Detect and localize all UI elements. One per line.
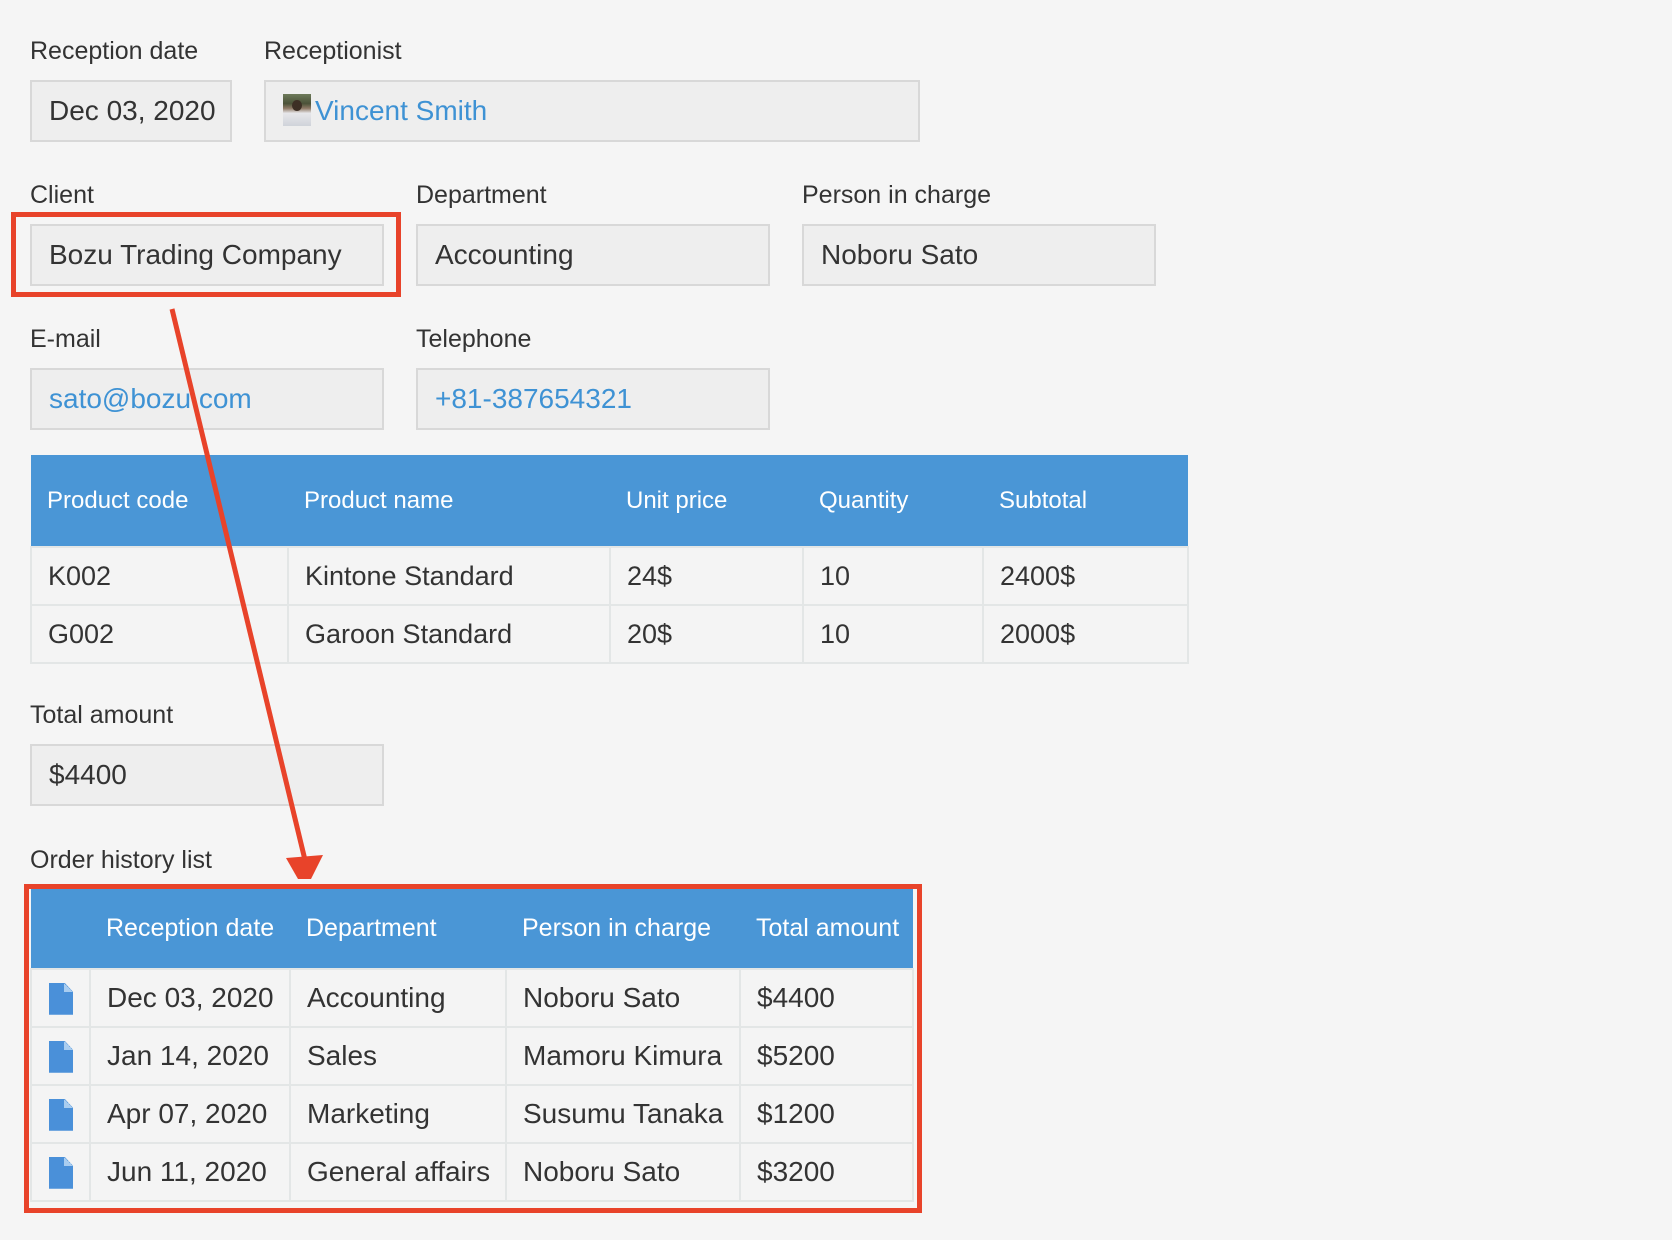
person-in-charge-value: Noboru Sato [821,239,979,270]
department-label: Department [416,181,547,209]
product-code: G002 [30,604,289,664]
quantity: 10 [802,546,984,606]
products-table: Product code Product name Unit price Qua… [30,455,1189,664]
telephone-link[interactable]: +81-387654321 [435,383,632,414]
col-product-name: Product name [288,455,610,547]
telephone-field: +81-387654321 [416,368,770,430]
email-field: sato@bozu.com [30,368,384,430]
receptionist-link[interactable]: Vincent Smith [315,95,487,126]
reception-date-field: Dec 03, 2020 [30,80,232,142]
client-highlight-box [11,212,401,297]
product-row: K002 Kintone Standard 24$ 10 2400$ [30,546,1189,606]
email-label: E-mail [30,325,101,353]
subtotal: 2000$ [982,604,1189,664]
product-row: G002 Garoon Standard 20$ 10 2000$ [30,604,1189,664]
department-value: Accounting [435,239,574,270]
unit-price: 24$ [609,546,804,606]
department-field: Accounting [416,224,770,286]
order-history-label: Order history list [30,846,212,874]
product-name: Kintone Standard [287,546,611,606]
products-header-row: Product code Product name Unit price Qua… [31,455,1188,547]
telephone-label: Telephone [416,325,532,353]
total-amount-value: $4400 [49,759,127,790]
receptionist-label: Receptionist [264,37,402,65]
product-code: K002 [30,546,289,606]
total-amount-field: $4400 [30,744,384,806]
user-avatar-icon [283,93,311,126]
receptionist-field: Vincent Smith [264,80,920,142]
unit-price: 20$ [609,604,804,664]
total-amount-label: Total amount [30,701,174,729]
arrow-head-icon [286,855,323,879]
product-name: Garoon Standard [287,604,611,664]
reception-date-label: Reception date [30,37,199,65]
order-history-highlight-box [24,884,922,1213]
person-in-charge-label: Person in charge [802,181,992,209]
reception-date-value: Dec 03, 2020 [49,95,216,126]
col-unit-price: Unit price [610,455,803,547]
col-quantity: Quantity [803,455,983,547]
client-label: Client [30,181,94,209]
col-subtotal: Subtotal [983,455,1188,547]
subtotal: 2400$ [982,546,1189,606]
person-in-charge-field: Noboru Sato [802,224,1156,286]
email-link[interactable]: sato@bozu.com [49,383,252,414]
col-product-code: Product code [31,455,288,547]
quantity: 10 [802,604,984,664]
